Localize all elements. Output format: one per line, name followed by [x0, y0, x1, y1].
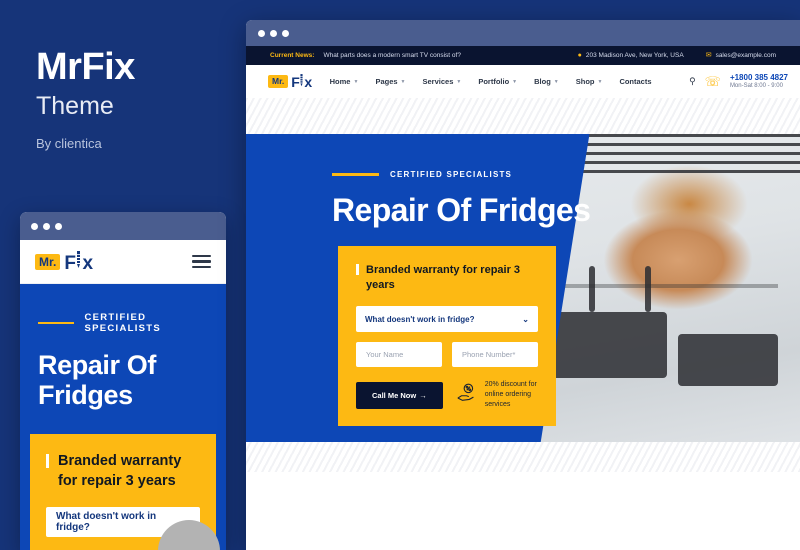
- brand-author: By clientica: [36, 136, 102, 152]
- chevron-down-icon: ▼: [456, 78, 462, 85]
- logo-prefix-badge: Mr.: [268, 75, 289, 88]
- logo-letter-x: x: [304, 74, 312, 90]
- window-dot-minimize[interactable]: [270, 29, 277, 37]
- chevron-down-icon: ⌄: [522, 314, 529, 324]
- request-form-card: Branded warranty for repair 3 years What…: [338, 246, 556, 427]
- mobile-window-titlebar: [20, 212, 226, 240]
- discount-note: 20% discount for online ordering service…: [456, 380, 538, 410]
- window-dot-close[interactable]: [258, 29, 265, 37]
- topbar-news-text[interactable]: What parts does a modern smart TV consis…: [323, 52, 461, 59]
- name-input[interactable]: Your Name: [356, 342, 442, 368]
- hero-title: Repair Of Fridges: [332, 192, 591, 228]
- nav-label: Shop: [575, 77, 595, 86]
- call-me-now-button[interactable]: Call Me Now →: [356, 381, 443, 409]
- call-button-label: Call Me Now: [372, 390, 417, 400]
- hamburger-menu-icon[interactable]: [192, 254, 211, 269]
- brand-subtitle: Theme: [36, 91, 114, 120]
- chevron-down-icon: ▼: [597, 78, 603, 85]
- hero-section: CERTIFIED SPECIALISTS Repair Of Fridges …: [246, 134, 800, 484]
- hero-bottom-stripes: [246, 442, 800, 484]
- nav-label: Portfolio: [478, 77, 510, 86]
- brand-title: MrFix: [36, 46, 135, 88]
- window-dot-close[interactable]: [31, 222, 38, 230]
- mobile-select-value: What doesn't work in fridge?: [56, 510, 157, 533]
- window-dot-maximize[interactable]: [282, 29, 289, 37]
- search-icon[interactable]: ⚲: [689, 76, 696, 87]
- logo-letter-x: x: [82, 252, 93, 274]
- eyebrow-rule: [332, 173, 379, 176]
- mobile-eyebrow-text: CERTIFIED SPECIALISTS: [84, 312, 162, 334]
- topbar-location: ● 203 Madison Ave, New York, USA: [578, 52, 684, 59]
- phone-input-placeholder: Phone Number*: [462, 350, 516, 360]
- nav-item-shop[interactable]: Shop ▼: [576, 77, 603, 86]
- select-value: What doesn't work in fridge?: [365, 314, 475, 324]
- mobile-site-logo[interactable]: Mr. F x: [35, 250, 93, 274]
- logo-letter-f: F: [291, 74, 300, 90]
- chevron-down-icon: ▼: [353, 78, 359, 85]
- logo-wordmark: F x: [291, 74, 312, 90]
- mobile-hero-title: Repair Of Fridges: [38, 350, 156, 411]
- phone-number: +1800 385 4827: [729, 72, 788, 82]
- name-input-placeholder: Your Name: [366, 350, 404, 360]
- hero-eyebrow: CERTIFIED SPECIALISTS: [332, 170, 512, 179]
- form-card-heading: Branded warranty for repair 3 years: [356, 263, 538, 292]
- discount-text: 20% discount for online ordering service…: [484, 381, 537, 409]
- diagonal-stripes-decoration: [246, 98, 800, 134]
- nav-item-portfolio[interactable]: Portfolio ▼: [478, 77, 517, 86]
- logo-wordmark: F x: [64, 250, 93, 274]
- envelope-icon: ✉: [705, 52, 712, 59]
- nav-item-blog[interactable]: Blog ▼: [534, 77, 559, 86]
- topbar-email[interactable]: ✉ sales@example.com: [706, 52, 776, 59]
- phone-input[interactable]: Phone Number*: [452, 342, 538, 368]
- nav-label: Contacts: [619, 77, 652, 86]
- hand-percent-icon: [456, 382, 478, 409]
- diagonal-stripes-decoration: [246, 442, 800, 472]
- form-input-row: Your Name Phone Number*: [356, 342, 538, 368]
- mobile-preview-mockup: Mr. F x CERTIFIED SPECIALISTS Repair Of …: [20, 212, 226, 550]
- window-dot-maximize[interactable]: [55, 222, 62, 230]
- phone-icon: ☏: [704, 73, 721, 89]
- nav-label: Services: [422, 77, 454, 86]
- form-cta-row: Call Me Now → 20% discount for online or…: [356, 380, 538, 410]
- site-topbar: Current News: What parts does a modern s…: [246, 46, 800, 65]
- site-navbar: Mr. F x Home ▼ Pages ▼ Services ▼ Portfo…: [246, 65, 800, 98]
- desktop-preview-mockup: Current News: What parts does a modern s…: [246, 20, 800, 550]
- contact-phone-block[interactable]: +1800 385 4827 Mon-Sat 8:00 - 9:00: [730, 73, 788, 91]
- phone-hours: Mon-Sat 8:00 - 9:00: [729, 82, 783, 89]
- chevron-down-icon: ▼: [512, 78, 518, 85]
- nav-label: Pages: [375, 77, 398, 86]
- nav-item-contacts[interactable]: Contacts: [619, 77, 651, 86]
- nav-label: Blog: [534, 77, 551, 86]
- nav-item-home[interactable]: Home ▼: [330, 77, 359, 86]
- striped-divider-band: [246, 98, 800, 134]
- problem-select[interactable]: What doesn't work in fridge? ⌄: [356, 306, 538, 333]
- nav-item-pages[interactable]: Pages ▼: [375, 77, 405, 86]
- window-dot-minimize[interactable]: [43, 222, 50, 230]
- site-logo[interactable]: Mr. F x: [268, 74, 312, 89]
- arrow-right-icon: →: [419, 390, 427, 400]
- map-pin-icon: ●: [577, 52, 582, 59]
- topbar-location-text: 203 Madison Ave, New York, USA: [585, 52, 684, 59]
- eyebrow-rule: [38, 321, 75, 325]
- navbar-right-group: ⚲ ☏ +1800 385 4827 Mon-Sat 8:00 - 9:00: [689, 73, 788, 91]
- hero-eyebrow-text: CERTIFIED SPECIALISTS: [390, 170, 513, 179]
- nav-item-services[interactable]: Services ▼: [423, 77, 462, 86]
- chevron-down-icon: ▼: [400, 78, 406, 85]
- logo-letter-f: F: [64, 252, 76, 274]
- nav-label: Home: [329, 77, 351, 86]
- mobile-hero-section: CERTIFIED SPECIALISTS Repair Of Fridges …: [20, 284, 226, 550]
- mobile-site-header: Mr. F x: [20, 240, 226, 284]
- topbar-email-text: sales@example.com: [715, 52, 776, 59]
- brand-block: MrFix Theme By clientica: [36, 46, 135, 152]
- topbar-news-label: Current News:: [270, 52, 315, 59]
- mobile-hero-eyebrow: CERTIFIED SPECIALISTS: [38, 312, 208, 334]
- browser-window-titlebar: [246, 20, 800, 46]
- mobile-card-heading: Branded warranty for repair 3 years: [46, 452, 200, 490]
- main-navigation-menu: Home ▼ Pages ▼ Services ▼ Portfolio ▼ Bl…: [330, 77, 652, 86]
- logo-prefix-badge: Mr.: [35, 253, 61, 270]
- chevron-down-icon: ▼: [553, 78, 559, 85]
